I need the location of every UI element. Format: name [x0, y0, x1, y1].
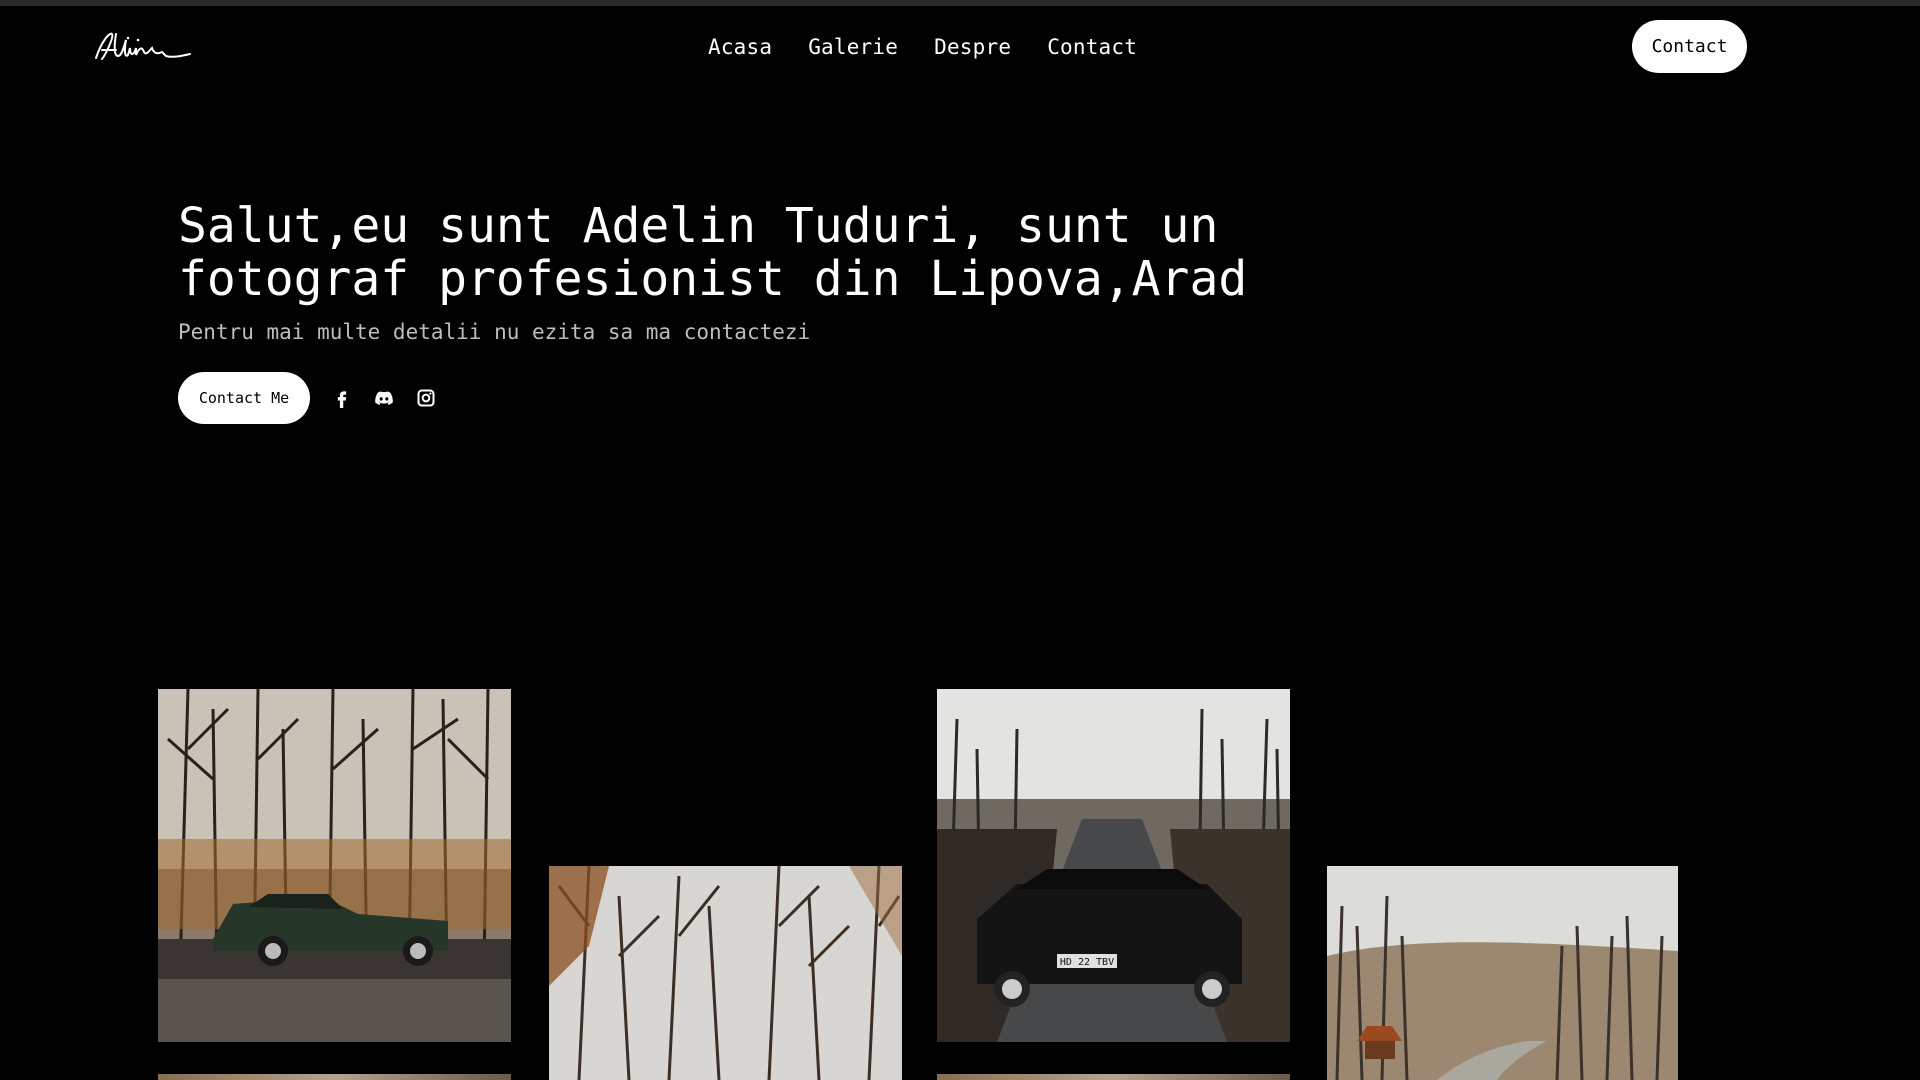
gallery-photo-bare-trees[interactable]	[549, 866, 902, 1080]
instagram-icon[interactable]	[416, 388, 436, 408]
nav-link-contact[interactable]: Contact	[1047, 35, 1137, 59]
gallery-photo-green-wagon[interactable]	[158, 689, 511, 1042]
contact-me-button[interactable]: Contact Me	[178, 372, 310, 424]
main-nav: Acasa Galerie Despre Contact	[708, 30, 1137, 64]
gallery-photo-edge	[937, 1074, 1290, 1080]
nav-link-galerie[interactable]: Galerie	[808, 35, 898, 59]
header-contact-button[interactable]: Contact	[1632, 20, 1747, 73]
hero-title: Salut,eu sunt Adelin Tuduri, sunt un fot…	[178, 198, 1248, 307]
gallery-photo-edge	[158, 1074, 511, 1080]
gallery-photo-hillside-road[interactable]	[1327, 866, 1678, 1080]
gallery-photo-black-wagon[interactable]: HD 22 TBV	[937, 689, 1290, 1042]
signature-logo[interactable]	[92, 28, 192, 66]
discord-icon[interactable]	[374, 388, 394, 408]
nav-link-despre[interactable]: Despre	[934, 35, 1011, 59]
facebook-icon[interactable]	[332, 388, 352, 408]
hero-actions: Contact Me	[178, 372, 436, 424]
license-plate-text: HD 22 TBV	[1060, 957, 1114, 968]
top-border	[0, 0, 1920, 6]
hero-subtitle: Pentru mai multe detalii nu ezita sa ma …	[178, 320, 811, 344]
nav-link-acasa[interactable]: Acasa	[708, 35, 772, 59]
